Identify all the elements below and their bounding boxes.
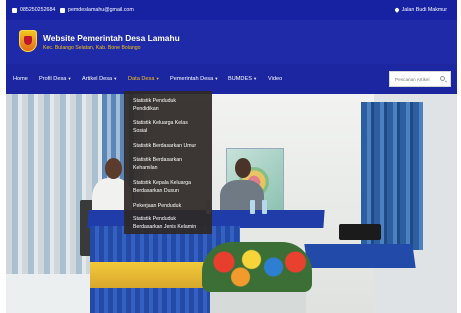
location-pin-icon [393, 7, 400, 13]
phone-info[interactable]: 085250252684 [12, 7, 55, 13]
hero-photo [6, 94, 457, 313]
site-title[interactable]: Website Pemerintah Desa Lamahu [43, 33, 180, 43]
dropdown-item-statistik-jenis-kelamin[interactable]: Statistik Penduduk Berdasarkan Jenis Kela… [133, 215, 196, 231]
chevron-down-icon: ▾ [156, 76, 159, 81]
chevron-down-icon: ▾ [253, 76, 257, 81]
nav-profil-desa[interactable]: Profil Desa ▾ [39, 76, 71, 82]
nav-artikel-desa[interactable]: Artikel Desa ▾ [82, 76, 116, 82]
nav-bumdes[interactable]: BUMDES ▾ [228, 76, 256, 82]
nav-pemerintah-desa[interactable]: Pemerintah Desa ▾ [170, 76, 217, 82]
dropdown-item-statistik-kelas-sosial[interactable]: Statistik Keluarga Kelas Sosial [133, 119, 188, 135]
nav-data-desa[interactable]: Data Desa ▾ [128, 76, 159, 82]
mail-icon [60, 7, 65, 13]
dropdown-item-statistik-umur[interactable]: Statistik Berdasarkan Umur [133, 142, 196, 150]
dropdown-item-pekerjaan-penduduk[interactable]: Pekerjaan Penduduk [133, 202, 181, 210]
nav-home[interactable]: Home [13, 76, 28, 82]
site-header: Website Pemerintah Desa Lamahu Kec. Bula… [6, 20, 457, 64]
dropdown-item-statistik-kepala-keluarga[interactable]: Statistik Kepala Keluarga Berdasarkan Dus… [133, 179, 191, 195]
website-frame: 085250252684 pemdeslamahu@gmail.com Jala… [6, 0, 457, 313]
location-text: Jalan Budi Makmur [401, 7, 447, 13]
chevron-down-icon: ▾ [114, 76, 117, 81]
email-address: pemdeslamahu@gmail.com [68, 7, 134, 13]
chevron-down-icon: ▾ [68, 76, 71, 81]
village-logo[interactable] [19, 30, 37, 52]
dropdown-item-statistik-pendidikan[interactable]: Statistik Penduduk Pendidikan [133, 97, 176, 113]
chevron-down-icon: ▾ [215, 76, 218, 81]
main-nav: Home Profil Desa ▾ Artikel Desa ▾ Data Des… [6, 64, 457, 94]
site-subtitle: Kec. Bulango Selatan, Kab. Bone Bolango [43, 45, 141, 51]
data-desa-dropdown: Statistik Penduduk Pendidikan Statistik K… [124, 91, 212, 234]
email-info[interactable]: pemdeslamahu@gmail.com [60, 7, 134, 13]
top-info-bar: 085250252684 pemdeslamahu@gmail.com Jala… [6, 0, 457, 20]
phone-icon [12, 7, 17, 13]
location-info: Jalan Budi Makmur [393, 7, 447, 13]
search-box [389, 71, 451, 87]
search-input[interactable] [390, 72, 438, 86]
dropdown-item-statistik-kehamilan[interactable]: Statistik Berdasarkan Kehamilan [133, 156, 182, 172]
phone-number: 085250252684 [20, 7, 56, 13]
nav-video[interactable]: Video [268, 76, 282, 82]
search-icon[interactable] [440, 76, 445, 81]
